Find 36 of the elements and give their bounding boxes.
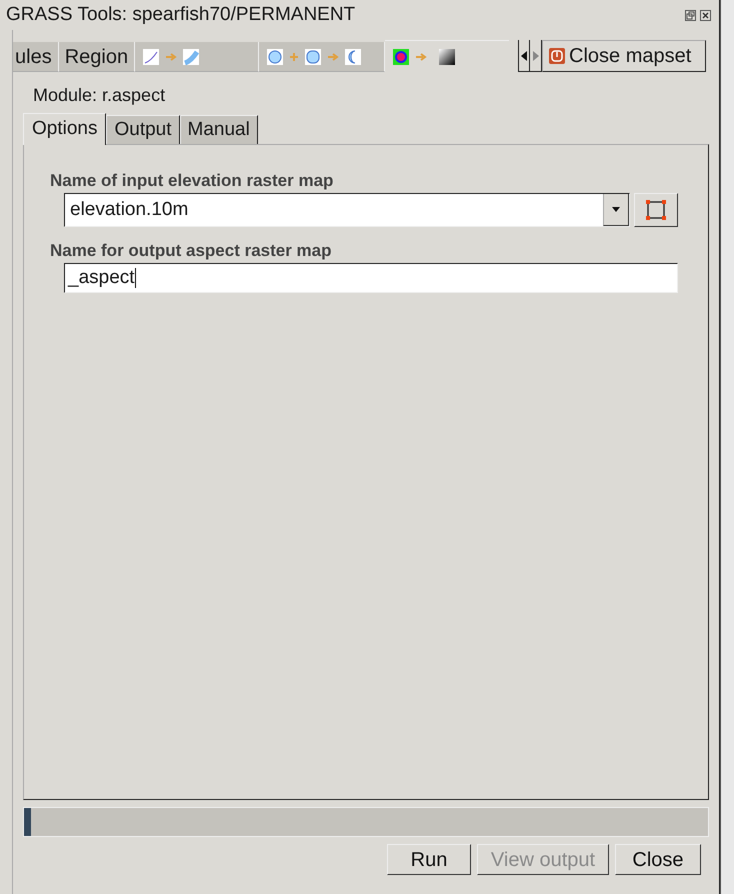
toolbox-tab[interactable]: Region <box>58 42 136 72</box>
line-icon <box>143 48 160 64</box>
power-icon <box>549 48 565 64</box>
field-label: Name of input elevation raster map <box>50 171 334 191</box>
color-raster-icon <box>393 48 410 64</box>
restore-icon[interactable] <box>685 10 696 20</box>
scroll-right-button[interactable] <box>530 40 542 72</box>
close-mapset-button[interactable]: Close mapset <box>542 40 706 72</box>
crescent-icon <box>345 48 362 64</box>
window-title: GRASS Tools: spearfish70/PERMANENT <box>6 2 356 27</box>
close-icon[interactable] <box>700 10 711 20</box>
arrow-icon <box>165 52 178 62</box>
toolbox-tab[interactable]: ules <box>13 42 59 72</box>
tab[interactable]: Manual <box>180 115 258 144</box>
scroll-left-button[interactable] <box>518 40 530 72</box>
buffered-line-icon <box>183 48 200 64</box>
tab[interactable]: Options <box>23 113 106 145</box>
select-region-button[interactable] <box>634 193 678 227</box>
area-icon <box>305 48 322 64</box>
input-field[interactable]: _aspect <box>64 263 678 293</box>
dropdown-arrow-icon <box>612 207 620 212</box>
left-arrow-icon <box>521 51 527 61</box>
tab[interactable]: Output <box>106 115 180 144</box>
selection-frame-icon <box>646 200 666 220</box>
plus-icon <box>289 52 300 62</box>
area-icon <box>267 48 284 64</box>
arrow-icon <box>415 52 428 62</box>
combo-box[interactable]: elevation.10m <box>64 193 630 227</box>
toolbox-tab[interactable] <box>259 42 386 72</box>
right-arrow-icon <box>532 51 538 61</box>
arrow-icon <box>327 52 340 62</box>
field-label: Name for output aspect raster map <box>50 241 333 261</box>
dialog-button[interactable]: Close <box>615 844 701 875</box>
module-label: Module: r.aspect <box>33 84 166 104</box>
gradient-raster-icon <box>439 48 456 64</box>
dialog-button[interactable]: Run <box>387 844 471 875</box>
